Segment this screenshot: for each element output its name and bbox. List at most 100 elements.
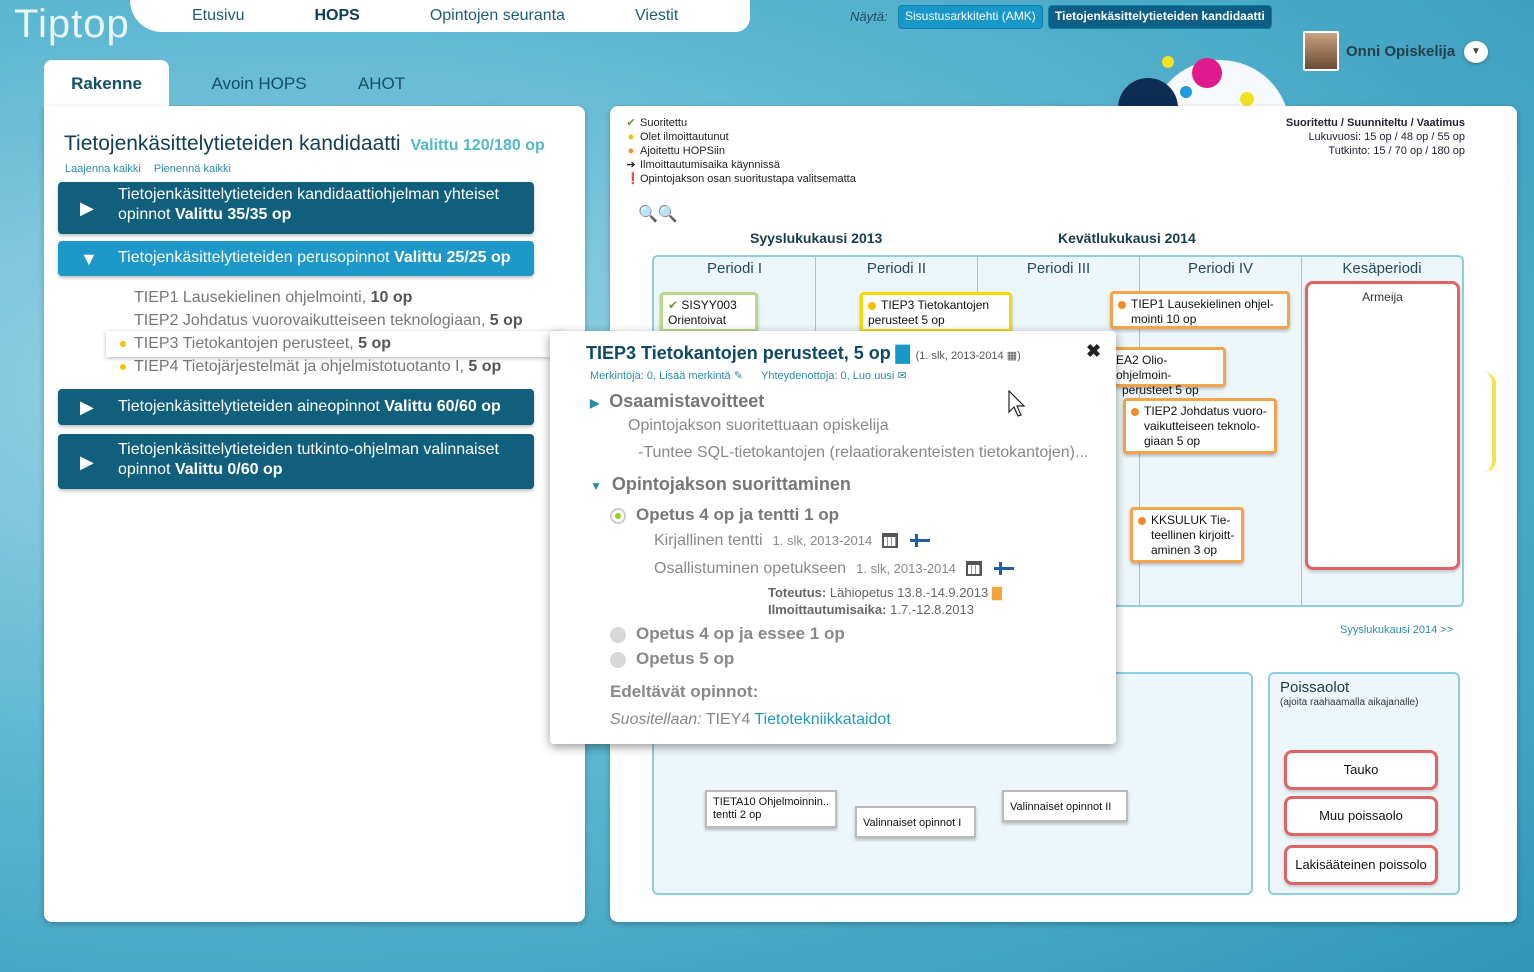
tab-rakenne[interactable]: Rakenne xyxy=(44,60,169,108)
group-label: Tietojenkäsittelytieteiden kandidaattioh… xyxy=(118,186,499,223)
orange-dot-icon: ● xyxy=(627,145,635,157)
caret-right-icon: ▶ xyxy=(80,451,94,472)
course-box-armeija[interactable]: Armeija xyxy=(1305,281,1460,570)
degree-button-sisustus[interactable]: Sisustusarkkitehti (AMK) xyxy=(898,5,1043,29)
absence-lakisaateinen[interactable]: Lakisääteinen poissolo xyxy=(1284,845,1438,885)
goals-section[interactable]: ▶ Osaamistavoitteet xyxy=(590,391,764,412)
decor-circle xyxy=(1162,56,1174,68)
caret-down-icon: ▼ xyxy=(590,479,602,493)
pool-box-tieta10[interactable]: TIETA10 Ohjelmoinnin.. tentti 2 op xyxy=(705,790,837,828)
enrolled-dot-icon xyxy=(120,363,126,370)
course-box-tiep3[interactable]: TIEP3 Tietokantojen perusteet 5 op xyxy=(860,292,1012,332)
close-icon[interactable]: ✖ xyxy=(1086,341,1101,362)
contacts-link[interactable]: Yhteydenottoja: 0, Luo uusi xyxy=(761,370,894,382)
book-icon[interactable]: ▇ xyxy=(992,585,1002,600)
pool-box-valinnaiset-1[interactable]: Valinnaiset opinnot I xyxy=(855,806,976,838)
mail-icon[interactable]: ✉ xyxy=(897,370,906,382)
next-period-arrow-icon[interactable] xyxy=(1484,372,1496,472)
course-tiep2[interactable]: TIEP2 Johdatus vuorovaikutteiseen teknol… xyxy=(134,312,523,330)
group-aineopinnot[interactable]: ▶ Tietojenkäsittelytieteiden aineopinnot… xyxy=(58,389,534,425)
degree-button-tkt[interactable]: Tietojenkäsittelytieteiden kandidaatti xyxy=(1048,5,1272,29)
completion-option-2[interactable]: Opetus 4 op ja essee 1 op xyxy=(610,624,845,644)
group-valinnaiset[interactable]: ▶ Tietojenkäsittelytieteiden tutkinto-oh… xyxy=(58,434,534,489)
decor-circle xyxy=(1180,86,1192,98)
caret-right-icon: ▶ xyxy=(80,198,94,218)
user-name[interactable]: Onni Opiskelija xyxy=(1346,43,1455,60)
caret-right-icon: ▶ xyxy=(590,396,600,410)
absence-muu[interactable]: Muu poissaolo xyxy=(1284,796,1438,836)
prerequisites-heading: Edeltävät opinnot: xyxy=(610,682,759,701)
warning-icon: ❗ xyxy=(626,173,640,185)
teaching-row: Osallistuminen opetukseen 1. slk, 2013-20… xyxy=(654,560,1014,578)
tab-avoin-hops[interactable]: Avoin HOPS xyxy=(194,60,324,108)
nav-opintojen-seuranta[interactable]: Opintojen seuranta xyxy=(430,7,565,25)
registration-time: Ilmoittautumisaika: 1.7.-12.8.2013 xyxy=(768,602,974,617)
radio-icon[interactable] xyxy=(610,626,626,643)
legend: ✔ Suoritettu ● Olet ilmoittautunut ● Ajoite… xyxy=(626,116,856,186)
absence-title: Poissaolot xyxy=(1280,679,1350,696)
top-nav: Etusivu HOPS Opintojen seuranta Viestit xyxy=(130,0,750,32)
legend-item: ● Ajoitettu HOPSiin xyxy=(627,145,725,157)
absence-tauko[interactable]: Tauko xyxy=(1284,750,1438,790)
degree-title: Tietojenkäsittelytieteiden kandidaatti V… xyxy=(64,132,545,156)
nav-etusivu[interactable]: Etusivu xyxy=(192,7,244,25)
nav-hops[interactable]: HOPS xyxy=(314,7,359,25)
term-autumn-2013: Syyslukukausi 2013 xyxy=(750,230,883,246)
course-box-sisyy003[interactable]: ✔ SISYY003 Orientoivat xyxy=(660,292,758,332)
stats-degree: Tutkinto: 15 / 70 op / 180 op xyxy=(1328,145,1465,157)
tab-ahot[interactable]: AHOT xyxy=(344,60,419,108)
book-icon[interactable]: ▇ xyxy=(896,343,910,363)
completion-option-1[interactable]: Opetus 4 op ja tentti 1 op xyxy=(610,505,839,525)
group-yhteiset[interactable]: ▶ Tietojenkäsittelytieteiden kandidaatti… xyxy=(58,182,534,234)
app-logo[interactable]: Tiptop xyxy=(14,2,130,47)
decor-circle xyxy=(1192,58,1222,88)
exam-row: Kirjallinen tentti 1. slk, 2013-2014 xyxy=(654,532,931,550)
course-tiep1[interactable]: TIEP1 Lausekielinen ohjelmointi, 10 op xyxy=(134,289,412,307)
avatar[interactable] xyxy=(1303,31,1339,71)
zoom-controls: 🔍🔍 xyxy=(638,204,678,224)
next-term-link[interactable]: Syyslukukausi 2014 >> xyxy=(1340,624,1453,636)
course-tiep4[interactable]: TIEP4 Tietojärjestelmät ja ohjelmistotuo… xyxy=(120,358,501,376)
caret-down-icon: ▼ xyxy=(80,248,98,269)
legend-item: ● Olet ilmoittautunut xyxy=(627,131,729,143)
course-box-ea2[interactable]: EA2 Olio-ohjelmoin-perusteet 5 op xyxy=(1108,347,1226,397)
course-tiep3[interactable]: TIEP3 Tietokantojen perusteet, 5 op xyxy=(106,331,566,357)
popup-links: Merkintöjä: 0, Lisää merkintä ✎ Yhteyden… xyxy=(590,369,907,382)
finnish-flag-icon xyxy=(993,562,1014,576)
nav-viestit[interactable]: Viestit xyxy=(635,7,678,25)
goals-item: -Tuntee SQL-tietokantojen (relaatioraken… xyxy=(638,444,1089,461)
collapse-all-link[interactable]: Pienennä kaikki xyxy=(154,163,231,175)
course-box-kksuluk[interactable]: KKSULUK Tie-teellinen kirjoitt-aminen 3 … xyxy=(1130,507,1244,563)
structure-panel: Tietojenkäsittelytieteiden kandidaatti V… xyxy=(44,106,585,922)
pencil-icon[interactable]: ✎ xyxy=(734,370,743,382)
notes-link[interactable]: Merkintöjä: 0, Lisää merkintä xyxy=(590,370,731,382)
mouse-cursor-icon xyxy=(1008,389,1028,423)
zoom-in-icon[interactable]: 🔍 xyxy=(638,206,658,223)
implementation: Toteutus: Lähiopetus 13.8.-14.9.2013 ▇ xyxy=(768,585,1002,600)
calendar-icon[interactable]: ▦ xyxy=(1007,350,1017,362)
recommended: Suositellaan: TIEY4 Tietotekniikkataidot xyxy=(610,711,891,728)
yellow-dot-icon xyxy=(868,301,876,310)
completion-section[interactable]: ▼ Opintojakson suorittaminen xyxy=(590,474,851,495)
pool-box-valinnaiset-2[interactable]: Valinnaiset opinnot II xyxy=(1002,790,1128,822)
calendar-icon[interactable] xyxy=(965,561,982,577)
term-spring-2014: Kevätlukukausi 2014 xyxy=(1058,230,1196,246)
course-box-tiep2[interactable]: TIEP2 Johdatus vuoro-vaikutteiseen tekno… xyxy=(1123,398,1277,454)
radio-selected-icon[interactable] xyxy=(610,507,626,524)
calendar-icon[interactable] xyxy=(882,533,899,549)
sign-in-icon: ➔ xyxy=(626,159,636,171)
finnish-flag-icon xyxy=(910,534,931,548)
course-box-tiep1[interactable]: TIEP1 Lausekielinen ohjel-mointi 10 op xyxy=(1110,291,1290,329)
chevron-down-icon[interactable]: ▼ xyxy=(1464,41,1488,63)
group-label: Tietojenkäsittelytieteiden aineopinnot V… xyxy=(118,398,501,415)
orange-dot-icon xyxy=(1118,300,1126,309)
radio-icon[interactable] xyxy=(610,651,626,668)
expand-all-link[interactable]: Laajenna kaikki xyxy=(65,163,141,175)
course-popup: TIEP3 Tietokantojen perusteet, 5 op ▇ (1.… xyxy=(550,331,1116,744)
group-perusopinnot[interactable]: ▼ Tietojenkäsittelytieteiden perusopinno… xyxy=(58,241,534,276)
yellow-dot-icon: ● xyxy=(627,131,635,143)
zoom-out-icon[interactable]: 🔍 xyxy=(658,206,678,223)
recommended-link[interactable]: Tietotekniikkataidot xyxy=(754,711,890,728)
completion-option-3[interactable]: Opetus 5 op xyxy=(610,649,734,669)
group-label: Tietojenkäsittelytieteiden tutkinto-ohje… xyxy=(118,441,499,478)
